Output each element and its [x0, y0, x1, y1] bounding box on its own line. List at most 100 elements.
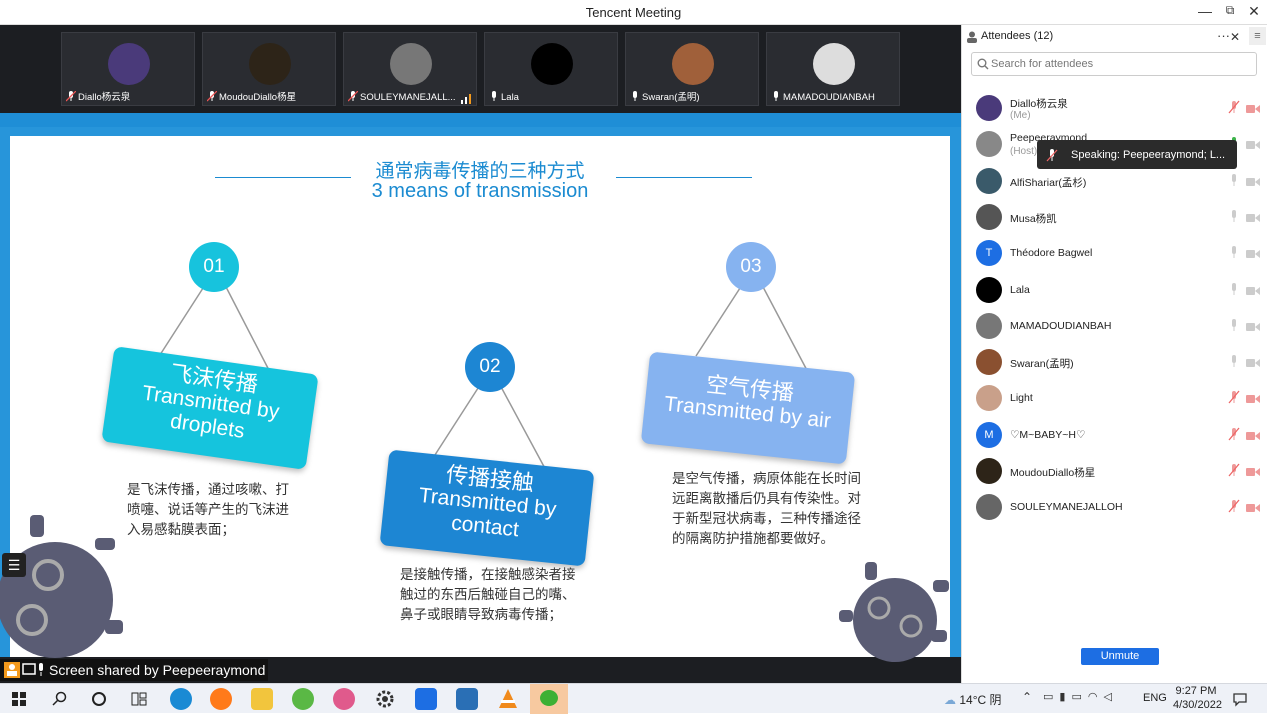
mic-icon[interactable] [1228, 209, 1240, 228]
attendee-row[interactable]: Light [962, 380, 1267, 416]
attendee-name: Swaran(孟明) [1010, 358, 1074, 371]
restore-button[interactable]: ⧉ [1218, 3, 1242, 18]
close-panel-button[interactable]: ✕ [1230, 30, 1240, 44]
mic-icon[interactable] [1228, 318, 1240, 337]
avatar [531, 43, 573, 85]
camera-off-icon[interactable] [1246, 101, 1260, 119]
utorrent-icon[interactable] [292, 688, 314, 710]
edge-browser-icon[interactable] [170, 688, 192, 710]
camera-off-icon[interactable] [1246, 210, 1260, 228]
unmute-button[interactable]: Unmute [1081, 648, 1159, 665]
desc-line: 触过的东西后触碰自己的嘴、 [400, 587, 576, 602]
language-indicator[interactable]: ENG [1143, 692, 1167, 704]
task-view-icon[interactable] [131, 691, 147, 707]
video-tile[interactable]: Diallo杨云泉 [61, 32, 195, 106]
video-tile[interactable]: SOULEYMANEJALL... [343, 32, 477, 106]
collapse-panel-button[interactable]: ≡ [1249, 27, 1266, 45]
camera-off-icon[interactable] [1246, 391, 1260, 409]
mic-icon [633, 91, 637, 101]
mic-icon[interactable] [1228, 173, 1240, 192]
camera-off-icon[interactable] [1246, 355, 1260, 373]
file-explorer-icon[interactable] [251, 688, 273, 710]
attendee-avatar [976, 203, 1002, 230]
settings-gear-icon[interactable] [374, 688, 396, 710]
video-tile[interactable]: MoudouDiallo杨星 [202, 32, 336, 106]
avatar [672, 43, 714, 85]
attendee-avatar [976, 349, 1002, 376]
search-taskbar-icon[interactable] [52, 691, 68, 707]
desc-line: 的隔离防护措施都要做好。 [672, 531, 834, 546]
attendee-row[interactable]: Diallo杨云泉 (Me) [962, 90, 1267, 126]
weather-text: 14°C 阴 [959, 693, 1002, 707]
attendee-row[interactable]: Musa杨凯 [962, 199, 1267, 235]
media-player-icon[interactable] [456, 688, 478, 710]
mic-icon[interactable] [1228, 245, 1240, 264]
avatar [249, 43, 291, 85]
mic-icon[interactable] [1228, 354, 1240, 373]
attendee-row[interactable]: Swaran(孟明) [962, 344, 1267, 380]
cortana-icon[interactable] [91, 691, 107, 707]
attendee-name: AlfiShariar(孟杉) [1010, 176, 1087, 189]
video-tile[interactable]: MAMADOUDIANBAH [766, 32, 900, 106]
attendee-avatar [976, 458, 1002, 484]
mic-muted-icon[interactable] [1228, 427, 1240, 446]
minimize-button[interactable]: — [1193, 3, 1217, 19]
attendee-name: MAMADOUDIANBAH [1010, 319, 1112, 332]
mic-icon[interactable] [1228, 282, 1240, 301]
tile-name: SOULEYMANEJALL... [360, 92, 456, 103]
wechat-icon[interactable] [530, 684, 568, 714]
list-menu-icon[interactable]: ☰ [2, 553, 26, 577]
attendee-name: MoudouDiallo杨星 [1010, 467, 1096, 479]
camera-off-icon[interactable] [1246, 246, 1260, 264]
camera-off-icon[interactable] [1246, 174, 1260, 192]
desc-air: 是空气传播，病原体能在长时间 远距离散播后仍具有传染性。对 于新型冠状病毒，三种… [672, 469, 861, 549]
camera-off-icon[interactable] [1246, 319, 1260, 337]
close-button[interactable]: ✕ [1242, 3, 1266, 20]
tile-name: Diallo杨云泉 [78, 92, 131, 103]
tile-name-label: SOULEYMANEJALL... [348, 91, 472, 103]
camera-off-icon[interactable] [1246, 428, 1260, 446]
firefox-icon[interactable] [210, 688, 232, 710]
search-attendees-input[interactable]: Search for attendees [971, 52, 1257, 76]
mic-muted-icon[interactable] [1228, 390, 1240, 409]
desc-contact: 是接触传播，在接触感染者接 触过的东西后触碰自己的嘴、 鼻子或眼睛导致病毒传播； [400, 565, 576, 625]
speaking-text: Speaking: Peepeeraymond; L... [1071, 149, 1226, 161]
attendee-row[interactable]: Lala [962, 272, 1267, 308]
camera-off-icon[interactable] [1246, 137, 1260, 155]
camera-off-icon[interactable] [1246, 500, 1260, 518]
attendee-row[interactable]: M ♡M~BABY~H♡ [962, 417, 1267, 453]
attendee-row[interactable]: SOULEYMANEJALLOH [962, 489, 1267, 525]
chrome-like-icon[interactable] [333, 688, 355, 710]
vlc-icon[interactable] [497, 688, 519, 710]
weather-indicator[interactable]: ☁ 14°C 阴 [944, 691, 1002, 708]
attendee-name: Diallo杨云泉 [1010, 98, 1068, 110]
camera-off-icon[interactable] [1246, 464, 1260, 482]
desc-line: 是接触传播，在接触感染者接 [400, 567, 576, 582]
attendees-title: Attendees (12) [981, 30, 1054, 42]
mic-muted-icon[interactable] [1228, 499, 1240, 518]
attendee-avatar: M [976, 421, 1002, 448]
tencent-meeting-icon[interactable] [415, 688, 437, 710]
camera-off-icon[interactable] [1246, 283, 1260, 301]
attendee-row[interactable]: T Théodore Bagwel [962, 235, 1267, 271]
attendee-row[interactable]: MoudouDiallo杨星 [962, 453, 1267, 489]
signal-strength-icon [461, 91, 472, 109]
video-tile[interactable]: Swaran(孟明) [625, 32, 759, 106]
tile-name-label: Swaran(孟明) [630, 89, 754, 103]
speaking-tooltip: Speaking: Peepeeraymond; L... [1037, 140, 1237, 169]
more-options-button[interactable]: ··· [1217, 28, 1230, 43]
mic-muted-icon [348, 91, 359, 102]
windows-taskbar: ☁ 14°C 阴 ⌃ ▭▮▭◠◁ ENG 9:27 PM 4/30/2022 [0, 683, 1267, 714]
attendees-panel: Attendees (12) ··· ✕ ≡ Search for attend… [961, 25, 1267, 683]
tray-chevron-icon[interactable]: ⌃ [1022, 690, 1032, 704]
share-status-text: Screen shared by Peepeeraymond [49, 662, 266, 678]
attendee-row[interactable]: MAMADOUDIANBAH [962, 308, 1267, 344]
tray-system-icons[interactable]: ▭▮▭◠◁ [1043, 690, 1118, 703]
windows-start-icon[interactable] [12, 692, 26, 706]
mic-muted-icon[interactable] [1228, 463, 1240, 482]
attendee-name: Light [1010, 392, 1033, 405]
clock[interactable]: 9:27 PM 4/30/2022 [1173, 685, 1222, 711]
notifications-icon[interactable] [1232, 691, 1248, 707]
mic-muted-icon[interactable] [1228, 100, 1240, 119]
video-tile[interactable]: Lala [484, 32, 618, 106]
